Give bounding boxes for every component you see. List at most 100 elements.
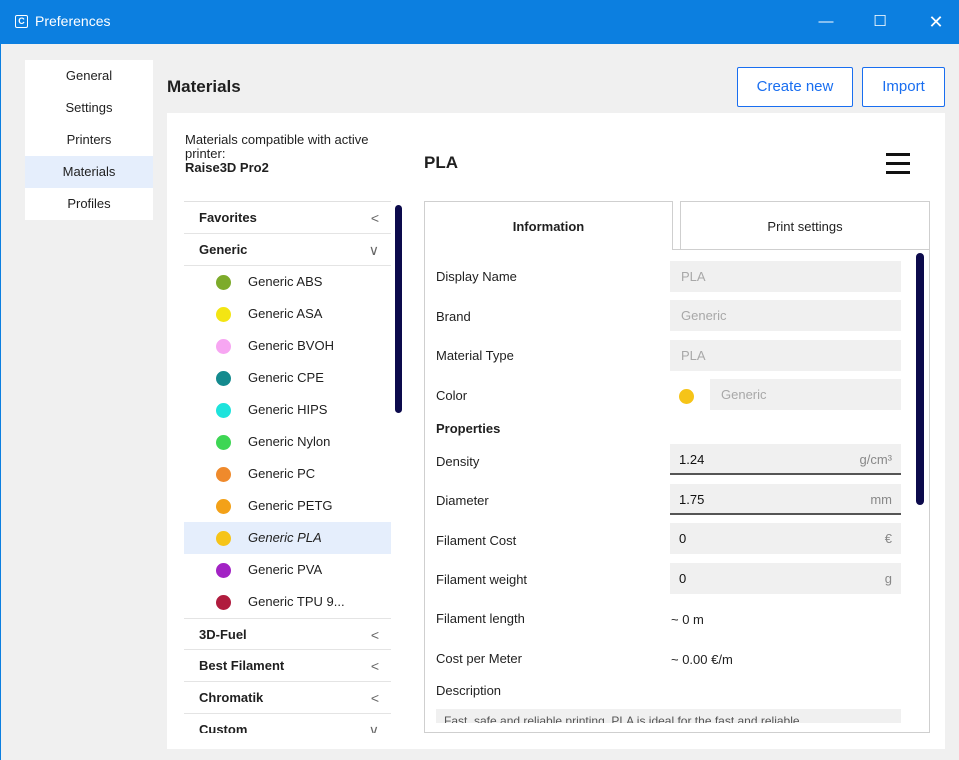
color-dot-icon [216,595,231,610]
category-3d-fuel[interactable]: 3D-Fuel < [184,618,391,650]
material-item[interactable]: Generic ASA [184,298,391,330]
material-item[interactable]: Generic PETG [184,490,391,522]
list-scrollbar[interactable] [395,205,402,413]
color-dot-icon [216,371,231,386]
description-field[interactable]: Fast, safe and reliable printing. PLA is… [436,709,901,723]
material-label: Generic CPE [248,370,324,385]
diameter-field[interactable]: 1.75 mm [670,484,901,515]
category-generic[interactable]: Generic ∨ [184,234,391,266]
category-label: Chromatik [199,690,264,705]
filament-length-value: ~ 0 m [671,612,704,627]
material-item[interactable]: Generic ABS [184,266,391,298]
filament-cost-value: 0 [679,531,687,546]
density-label: Density [436,454,480,469]
app-icon: C [15,15,28,28]
category-best-filament[interactable]: Best Filament < [184,650,391,682]
compatible-text: Materials compatible with active printer… [185,132,369,161]
brand-label: Brand [436,309,471,324]
density-unit: g/cm³ [859,452,893,467]
title-bar: C Preferences — ☐ ✕ [0,0,959,44]
display-name-label: Display Name [436,269,517,284]
active-printer-name: Raise3D Pro2 [185,160,269,175]
filament-weight-field[interactable]: 0 g [670,563,901,594]
filament-weight-label: Filament weight [436,572,528,587]
material-type-field[interactable]: PLA [670,340,901,371]
filament-length-label: Filament length [436,611,525,626]
category-chromatik[interactable]: Chromatik < [184,682,391,714]
category-label: Best Filament [199,658,285,673]
nav-item-general[interactable]: General [25,60,153,92]
materials-panel: Materials compatible with active printer… [167,113,945,749]
create-new-button[interactable]: Create new [737,67,853,107]
nav-item-settings[interactable]: Settings [25,92,153,124]
category-custom[interactable]: Custom ∨ [184,714,391,733]
material-item[interactable]: Generic Nylon [184,426,391,458]
material-label: Generic TPU 9... [248,594,345,609]
material-item[interactable]: Generic PVA [184,554,391,586]
color-dot-icon [216,339,231,354]
diameter-label: Diameter [436,493,489,508]
brand-field[interactable]: Generic [670,300,901,331]
menu-icon[interactable] [886,152,910,176]
filament-cost-label: Filament Cost [436,533,517,548]
filament-weight-unit: g [884,571,892,586]
material-title: PLA [424,153,458,172]
nav-item-printers[interactable]: Printers [25,124,153,156]
category-favorites[interactable]: Favorites < [184,202,391,234]
density-value: 1.24 [679,452,705,467]
category-label: Generic [199,242,248,257]
tab-print-settings[interactable]: Print settings [680,201,930,250]
material-label: Generic HIPS [248,402,328,417]
category-label: Favorites [199,210,257,225]
filament-cost-field[interactable]: 0 € [670,523,901,554]
close-button[interactable]: ✕ [913,0,959,44]
cost-per-meter-value: ~ 0.00 €/m [671,652,733,667]
maximize-button[interactable]: ☐ [857,0,903,44]
content-scrollbar[interactable] [916,253,924,505]
category-label: Custom [199,722,248,733]
chevron-left-icon: < [370,690,379,706]
material-item[interactable]: Generic CPE [184,362,391,394]
material-label: Generic ASA [248,306,323,321]
color-dot-icon [216,435,231,450]
material-item[interactable]: Generic PLA [184,522,391,554]
compatible-printer-info: Materials compatible with active printer… [185,133,405,175]
material-item[interactable]: Generic PC [184,458,391,490]
page-title: Materials [167,77,241,96]
material-list: Favorites < Generic ∨ Generic ABS Generic… [184,201,391,733]
chevron-down-icon: ∨ [368,722,379,733]
nav-item-materials[interactable]: Materials [25,156,153,188]
nav-item-profiles[interactable]: Profiles [25,188,153,220]
color-name-field[interactable]: Generic [710,379,901,410]
color-label: Color [436,388,468,403]
material-item[interactable]: Generic HIPS [184,394,391,426]
material-label: Generic Nylon [248,434,331,449]
description-label: Description [436,683,502,698]
material-type-label: Material Type [436,348,514,363]
material-item[interactable]: Generic BVOH [184,330,391,362]
tab-information[interactable]: Information [424,201,673,250]
window-border [0,44,8,760]
category-label: 3D-Fuel [199,627,247,642]
import-button[interactable]: Import [862,67,945,107]
properties-heading: Properties [436,421,501,436]
material-label: Generic BVOH [248,338,334,353]
filament-weight-value: 0 [679,571,687,586]
material-label: Generic PC [248,466,316,481]
chevron-down-icon: ∨ [368,242,379,258]
color-dot-icon [216,531,231,546]
material-label: Generic PETG [248,498,333,513]
display-name-field[interactable]: PLA [670,261,901,292]
material-item[interactable]: Generic TPU 9... [184,586,391,618]
preferences-nav: General Settings Printers Materials Prof… [25,60,153,220]
color-swatch[interactable] [679,389,694,404]
cost-per-meter-label: Cost per Meter [436,651,522,666]
chevron-left-icon: < [370,658,379,674]
material-label: Generic ABS [248,274,323,289]
density-field[interactable]: 1.24 g/cm³ [670,444,901,475]
diameter-unit: mm [870,492,892,507]
tab-divider [673,249,930,250]
diameter-value: 1.75 [679,492,705,507]
color-dot-icon [216,403,231,418]
minimize-button[interactable]: — [803,0,849,44]
